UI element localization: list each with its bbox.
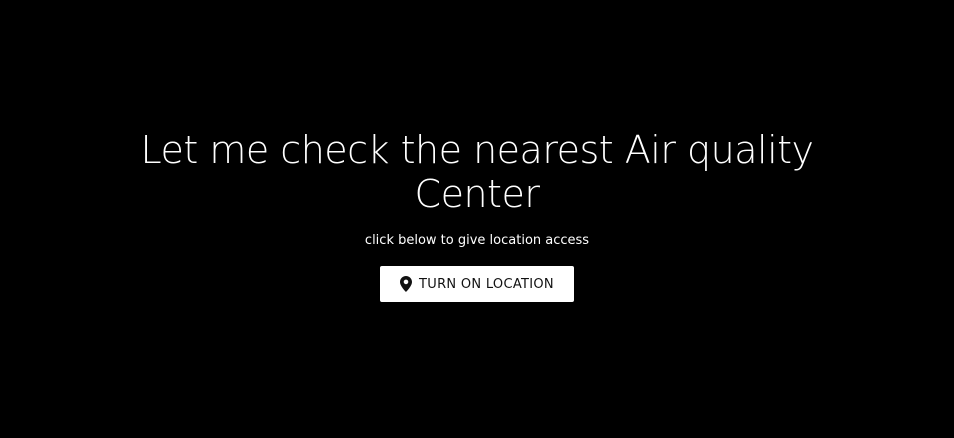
hero-subtitle: click below to give location access: [364, 233, 590, 248]
turn-on-location-button[interactable]: TURN ON LOCATION: [380, 266, 574, 302]
turn-on-location-label: TURN ON LOCATION: [419, 276, 554, 292]
hero-title: Let me check the nearest Air quality Cen…: [140, 128, 814, 216]
location-pin-icon: [400, 276, 413, 292]
hero-section: Let me check the nearest Air quality Cen…: [0, 128, 954, 302]
page: Let me check the nearest Air quality Cen…: [0, 0, 954, 438]
